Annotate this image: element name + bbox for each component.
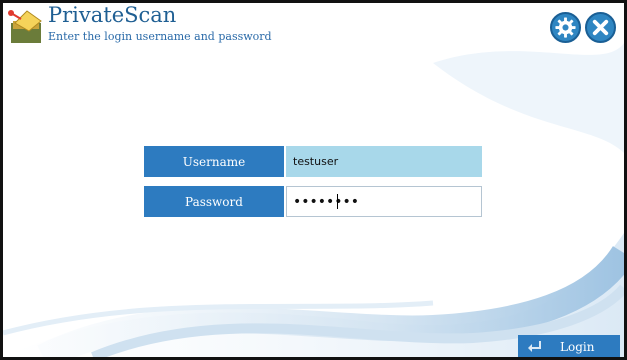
gear-icon	[555, 17, 576, 38]
app-title: PrivateScan	[48, 3, 177, 27]
username-field[interactable]	[286, 146, 482, 177]
app-subtitle: Enter the login username and password	[48, 30, 272, 43]
password-row: Password	[144, 186, 484, 217]
login-window: PrivateScan Enter the login username and…	[0, 0, 627, 360]
settings-button[interactable]	[550, 12, 581, 43]
background-swoosh	[3, 43, 624, 357]
username-row: Username	[144, 146, 484, 177]
close-button[interactable]	[585, 12, 616, 43]
login-button[interactable]: Login	[518, 335, 620, 357]
close-icon	[592, 19, 609, 36]
app-logo-icon	[8, 10, 42, 43]
login-label: Login	[560, 340, 595, 354]
enter-arrow-icon	[528, 341, 541, 352]
username-label: Username	[144, 146, 284, 177]
password-label: Password	[144, 186, 284, 217]
text-caret	[337, 194, 338, 209]
password-field[interactable]	[286, 186, 482, 217]
